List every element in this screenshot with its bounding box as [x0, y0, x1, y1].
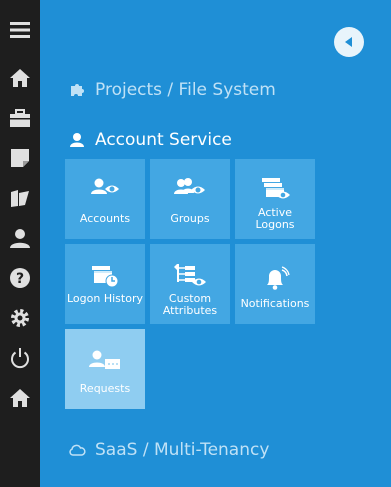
tile-active-logons-label: Active Logons [255, 206, 295, 231]
logon-history-icon [65, 264, 145, 288]
tile-custom-attributes-label: Custom Attributes [162, 292, 218, 317]
section-projects[interactable]: Projects / File System [67, 80, 276, 100]
section-account-service[interactable]: Account Service [67, 130, 232, 150]
hamburger-menu-icon[interactable] [0, 10, 40, 50]
section-saas-label: SaaS / Multi-Tenancy [95, 440, 270, 460]
section-saas[interactable]: SaaS / Multi-Tenancy [67, 440, 269, 460]
home-icon[interactable] [0, 378, 40, 418]
home-icon[interactable] [0, 58, 40, 98]
tile-logon-history-label: Logon History [67, 292, 143, 305]
section-account-service-label: Account Service [95, 130, 232, 150]
cloud-icon [67, 440, 87, 460]
tile-groups[interactable]: Groups [150, 159, 230, 239]
user-request-icon [65, 349, 145, 371]
tile-active-logons[interactable]: Active Logons [235, 159, 315, 239]
user-icon[interactable] [0, 218, 40, 258]
collapse-panel-button[interactable] [334, 27, 364, 57]
section-projects-label: Projects / File System [95, 80, 276, 100]
tile-groups-label: Groups [170, 212, 210, 225]
caret-left-icon [345, 37, 352, 47]
note-icon[interactable] [0, 138, 40, 178]
tile-accounts[interactable]: Accounts [65, 159, 145, 239]
puzzle-icon [67, 80, 87, 100]
left-rail: ? [0, 0, 40, 487]
bell-icon [235, 266, 315, 292]
tile-requests-label: Requests [79, 382, 131, 395]
user-icon [67, 130, 87, 150]
group-eye-icon [150, 177, 230, 199]
tile-notifications-label: Notifications [240, 297, 310, 310]
power-icon[interactable] [0, 338, 40, 378]
tile-accounts-label: Accounts [79, 212, 131, 225]
tile-notifications[interactable]: Notifications [235, 244, 315, 324]
svg-text:?: ? [16, 271, 24, 287]
custom-attributes-icon [150, 262, 230, 288]
tile-logon-history[interactable]: Logon History [65, 244, 145, 324]
main-panel: Projects / File System Account Service A… [40, 0, 391, 487]
help-icon[interactable]: ? [0, 258, 40, 298]
tile-requests[interactable]: Requests [65, 329, 145, 409]
folder-open-icon[interactable] [0, 178, 40, 218]
gear-icon[interactable] [0, 298, 40, 338]
user-eye-icon [65, 177, 145, 199]
tile-custom-attributes[interactable]: Custom Attributes [150, 244, 230, 324]
app-window: ? Projects / File System Account Service… [0, 0, 391, 487]
active-logons-icon [235, 177, 315, 201]
briefcase-icon[interactable] [0, 98, 40, 138]
